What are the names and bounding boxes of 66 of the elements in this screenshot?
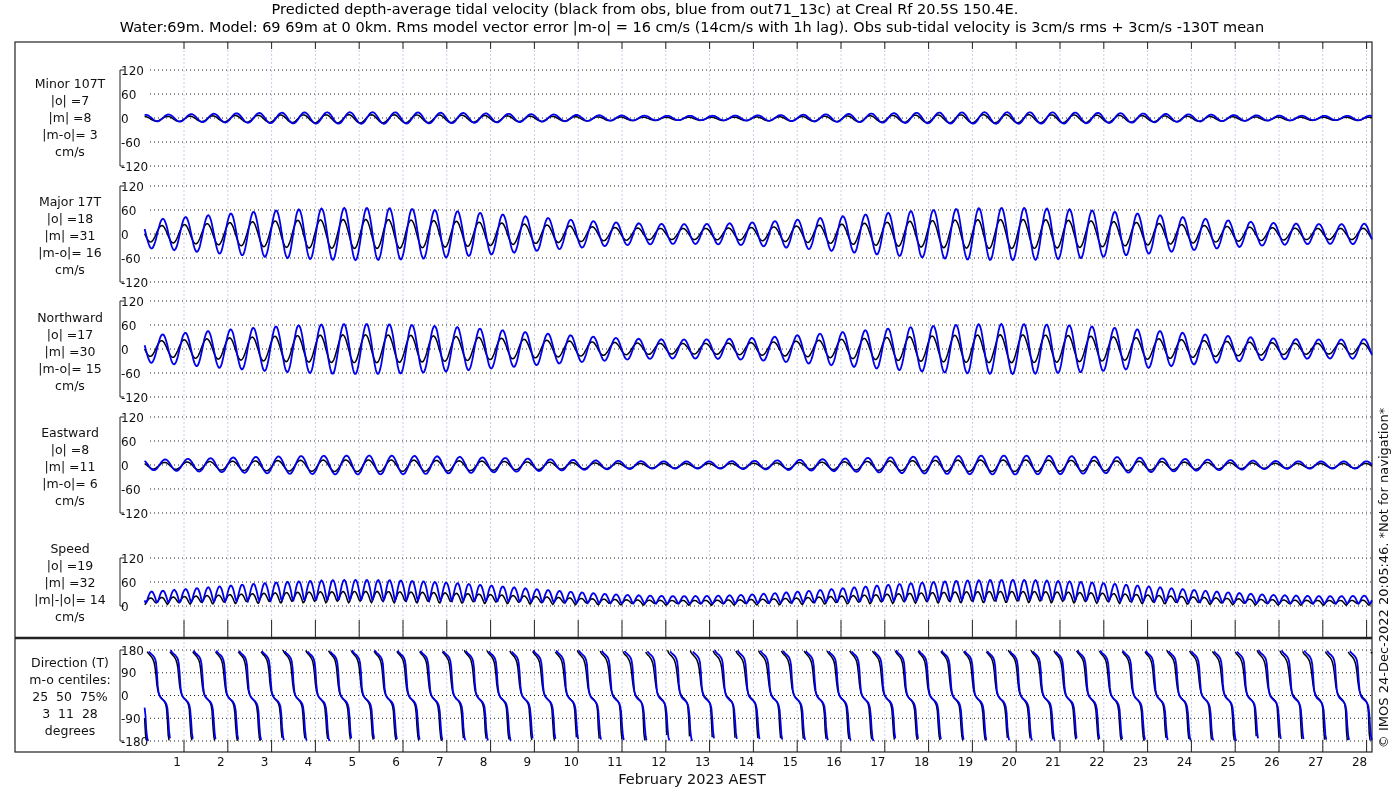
axis-tick-label: 120 <box>121 294 144 309</box>
panel-label: Direction (T) m-o centiles: 25 50 75% 3 11 28 degrees <box>29 655 111 738</box>
axis-tick-label: 60 <box>121 575 137 590</box>
axis-tick-label: 0 <box>121 599 129 614</box>
chart-title: Predicted depth-average tidal velocity (black from obs, blue from out71_13c) at Creal Rf 20.5S 150.4E. <box>271 1 1019 17</box>
axis-tick-label: 120 <box>121 410 144 425</box>
axis-title: February 2023 AEST <box>618 771 766 787</box>
axis-tick-label: 0 <box>121 111 129 126</box>
axis-tick-label: 20 <box>1001 755 1017 769</box>
panel-label: Speed |o| =19 |m| =32 |m|-|o|= 14 cm/s <box>34 541 106 624</box>
axis-tick-label: 27 <box>1308 755 1324 769</box>
axis-tick-label: 60 <box>121 203 137 218</box>
axis-tick-label: 60 <box>121 434 137 449</box>
axis-tick-label: -120 <box>121 275 149 290</box>
axis-tick-label: 0 <box>121 227 129 242</box>
axis-tick-label: 2 <box>217 755 225 769</box>
axis-tick-label: 1 <box>173 755 181 769</box>
axis-tick-label: -120 <box>121 390 149 405</box>
axis-tick-label: 3 <box>260 755 269 769</box>
panel-label: Northward |o| =17 |m| =30 |m-o|= 15 cm/s <box>37 310 103 393</box>
axis-tick-label: 0 <box>121 458 129 473</box>
axis-tick-label: 180 <box>121 643 144 658</box>
axis-tick-label: 25 <box>1220 755 1236 769</box>
axis-tick-label: 19 <box>957 755 974 769</box>
axis-tick-label: 23 <box>1132 755 1149 769</box>
axis-tick-label: 28 <box>1351 755 1368 769</box>
axis-tick-label: 9 <box>523 755 532 769</box>
axis-tick-label: 24 <box>1176 755 1193 769</box>
axis-tick-label: 6 <box>392 755 400 769</box>
axis-tick-label: -60 <box>121 135 141 150</box>
axis-tick-label: 0 <box>121 689 129 703</box>
axis-tick-label: -60 <box>121 482 141 497</box>
axis-tick-label: 8 <box>479 755 488 769</box>
axis-tick-label: 14 <box>738 755 755 769</box>
panel-label: Minor 107T |o| =7 |m| =8 |m-o|= 3 cm/s <box>34 76 106 159</box>
axis-tick-label: -180 <box>121 734 149 749</box>
axis-tick-label: -120 <box>121 506 149 521</box>
axis-tick-label: 4 <box>304 755 313 769</box>
copyright-note: © IMOS 24-Dec-2022 20:05:46. *Not for navigation* <box>1376 407 1391 749</box>
axis-tick-label: 120 <box>121 179 144 194</box>
axis-tick-label: 15 <box>782 755 798 769</box>
panel-label: Eastward |o| =8 |m| =11 |m-o|= 6 cm/s <box>41 425 99 508</box>
axis-tick-label: 120 <box>121 63 144 78</box>
axis-tick-label: 5 <box>348 755 356 769</box>
axis-tick-label: 60 <box>121 87 137 102</box>
axis-tick-label: 21 <box>1045 755 1061 769</box>
axis-tick-label: 12 <box>651 755 667 769</box>
axis-tick-label: 18 <box>913 755 930 769</box>
axis-tick-label: 60 <box>121 318 137 333</box>
axis-tick-label: 90 <box>121 666 137 681</box>
axis-tick-label: -120 <box>121 159 149 174</box>
axis-tick-label: 26 <box>1264 755 1280 769</box>
axis-tick-label: 7 <box>436 755 444 769</box>
axis-tick-label: 22 <box>1089 755 1105 769</box>
panel-label: Major 17T |o| =18 |m| =31 |m-o|= 16 cm/s <box>38 194 102 277</box>
chart-title: Water:69m. Model: 69 69m at 0 0km. Rms model vector error |m-o| = 16 cm/s (14cm/s with 1h lag). Obs sub-tidal velocity is 3cm/s rms + 3cm/s -130T mean <box>119 19 1265 35</box>
axis-tick-label: -60 <box>121 366 141 381</box>
axis-tick-label: 13 <box>694 755 711 769</box>
axis-tick-label: 16 <box>826 755 842 769</box>
axis-tick-label: 120 <box>121 551 144 566</box>
axis-tick-label: 0 <box>121 342 129 357</box>
axis-tick-label: -90 <box>121 711 141 726</box>
axis-tick-label: 11 <box>607 755 623 769</box>
axis-tick-label: -60 <box>121 251 141 266</box>
axis-tick-label: 17 <box>870 755 886 769</box>
axis-tick-label: 10 <box>563 755 579 769</box>
